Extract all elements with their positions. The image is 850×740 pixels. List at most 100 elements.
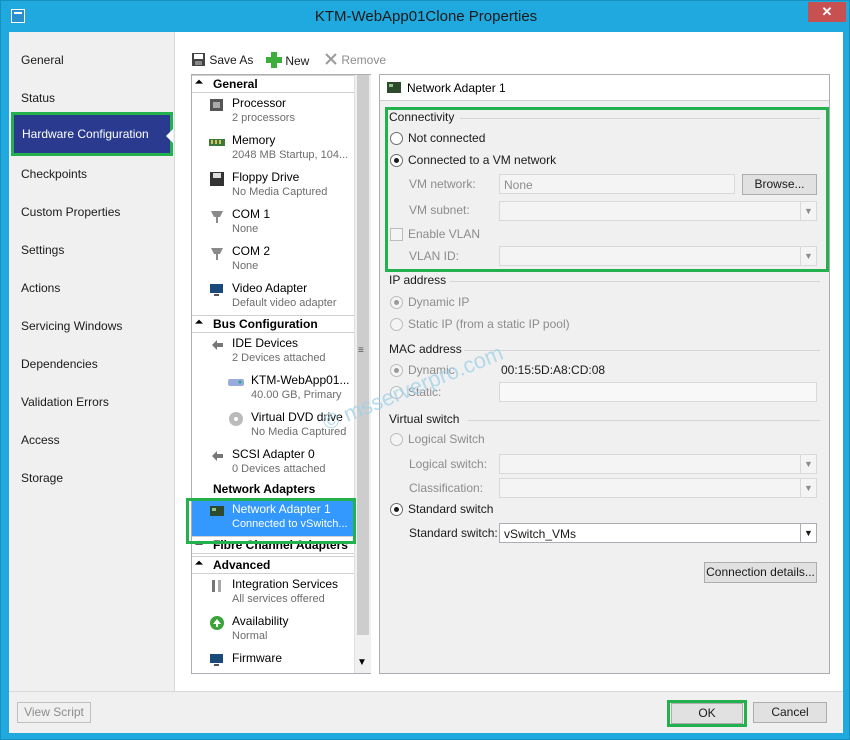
group-label: Bus Configuration bbox=[213, 317, 318, 331]
close-button[interactable]: ✕ bbox=[808, 2, 846, 22]
nav-item-validation-errors[interactable]: Validation Errors bbox=[21, 395, 109, 409]
properties-window: KTM-WebApp01Clone Properties ✕ General S… bbox=[0, 0, 850, 740]
tree-item-com2[interactable]: COM 2 None bbox=[192, 241, 354, 278]
network-adapter-icon bbox=[387, 82, 401, 93]
item-subtitle: Normal bbox=[232, 630, 268, 642]
nav-item-settings[interactable]: Settings bbox=[21, 243, 64, 257]
static-mac-field[interactable] bbox=[499, 382, 817, 402]
view-script-button[interactable]: View Script bbox=[17, 702, 91, 723]
item-subtitle: 2 processors bbox=[232, 112, 295, 124]
detail-title: Network Adapter 1 bbox=[407, 81, 506, 95]
tree-item-ide-devices[interactable]: IDE Devices 2 Devices attached bbox=[192, 333, 354, 370]
divider bbox=[450, 281, 820, 282]
logical-switch-radio[interactable] bbox=[390, 433, 403, 446]
static-ip-label: Static IP (from a static IP pool) bbox=[408, 317, 570, 331]
nav-item-dependencies[interactable]: Dependencies bbox=[21, 357, 98, 371]
collapse-icon: ⏶ bbox=[195, 77, 203, 88]
save-as-button[interactable]: Save As bbox=[191, 52, 253, 67]
connection-details-button[interactable]: Connection details... bbox=[704, 562, 817, 583]
tree-item-firmware[interactable]: Firmware bbox=[192, 648, 354, 673]
tree-item-floppy-drive[interactable]: Floppy Drive No Media Captured bbox=[192, 167, 354, 204]
item-title: Integration Services bbox=[232, 577, 339, 591]
standard-switch-radio[interactable] bbox=[390, 503, 403, 516]
nav-item-general[interactable]: General bbox=[21, 53, 64, 67]
tree-group-advanced[interactable]: ⏶ Advanced bbox=[192, 556, 354, 574]
new-button[interactable]: New bbox=[266, 52, 309, 68]
standard-switch-label: Standard switch: bbox=[409, 526, 498, 540]
collapse-icon: ⏶ bbox=[195, 558, 203, 569]
network-adapter-highlight bbox=[186, 498, 356, 544]
tree-item-video-adapter[interactable]: Video Adapter Default video adapter bbox=[192, 278, 354, 315]
grip-icon: ≡ bbox=[358, 345, 364, 356]
logical-switch-combo[interactable]: ▼ bbox=[499, 454, 817, 474]
dynamic-mac-radio[interactable] bbox=[390, 364, 403, 377]
divider bbox=[464, 350, 820, 351]
disk-icon bbox=[228, 379, 244, 386]
nav-item-servicing-windows[interactable]: Servicing Windows bbox=[21, 319, 122, 333]
tree-group-general[interactable]: ⏶ General bbox=[192, 75, 354, 93]
group-label: Network Adapters bbox=[213, 482, 316, 496]
scroll-down-icon[interactable]: ▼ bbox=[357, 657, 367, 668]
item-title: Memory bbox=[232, 133, 276, 147]
tree-scrollbar[interactable]: ≡ ▼ bbox=[354, 75, 371, 673]
tree-group-bus-configuration[interactable]: ⏶ Bus Configuration bbox=[192, 315, 354, 333]
tree-item-scsi-adapter[interactable]: SCSI Adapter 0 0 Devices attached bbox=[192, 444, 354, 481]
item-title: Processor bbox=[232, 96, 287, 110]
new-label: New bbox=[285, 54, 310, 68]
item-title: Floppy Drive bbox=[232, 170, 300, 184]
item-subtitle: 0 Devices attached bbox=[232, 463, 326, 475]
ok-button[interactable]: OK bbox=[671, 703, 743, 724]
dynamic-ip-radio[interactable] bbox=[390, 296, 403, 309]
tree-item-availability[interactable]: Availability Normal bbox=[192, 611, 354, 648]
tree-group-network-adapters[interactable]: Network Adapters bbox=[192, 481, 354, 499]
nav-item-checkpoints[interactable]: Checkpoints bbox=[21, 167, 87, 181]
chevron-down-icon: ▼ bbox=[800, 524, 816, 542]
integration-services-icon bbox=[212, 580, 221, 592]
standard-switch-combo[interactable]: vSwitch_VMs ▼ bbox=[499, 523, 817, 543]
tree-item-processor[interactable]: Processor 2 processors bbox=[192, 93, 354, 130]
item-title: SCSI Adapter 0 bbox=[232, 447, 315, 461]
nav-item-actions[interactable]: Actions bbox=[21, 281, 60, 295]
item-title: Firmware bbox=[232, 651, 282, 665]
item-subtitle: 2048 MB Startup, 104... bbox=[232, 149, 349, 161]
tree-item-integration-services[interactable]: Integration Services All services offered bbox=[192, 574, 354, 611]
com-port-icon bbox=[211, 248, 223, 260]
tree-item-com1[interactable]: COM 1 None bbox=[192, 204, 354, 241]
tree-item-memory[interactable]: Memory 2048 MB Startup, 104... bbox=[192, 130, 354, 167]
chevron-down-icon: ▼ bbox=[800, 479, 816, 497]
cancel-button[interactable]: Cancel bbox=[753, 702, 827, 723]
dialog-footer: View Script OK Cancel bbox=[9, 691, 843, 733]
nav-pane: General Status Hardware Configuration Ch… bbox=[9, 32, 174, 691]
plus-icon bbox=[266, 52, 282, 68]
static-ip-radio[interactable] bbox=[390, 318, 403, 331]
nav-item-label: Hardware Configuration bbox=[22, 127, 149, 141]
ip-address-group-label: IP address bbox=[389, 273, 447, 287]
item-title: COM 2 bbox=[232, 244, 271, 258]
tree-item-virtual-disk[interactable]: KTM-WebApp01... 40.00 GB, Primary bbox=[192, 370, 354, 407]
nav-item-custom-properties[interactable]: Custom Properties bbox=[21, 205, 120, 219]
virtual-switch-group-label: Virtual switch bbox=[389, 412, 460, 426]
remove-x-icon bbox=[325, 53, 337, 65]
item-subtitle: None bbox=[232, 260, 259, 272]
mac-address-value: 00:15:5D:A8:CD:08 bbox=[501, 363, 606, 377]
nav-item-storage[interactable]: Storage bbox=[21, 471, 63, 485]
hardware-tree: ⏶ General Processor 2 processors Memory 204… bbox=[191, 74, 371, 674]
group-label: Advanced bbox=[213, 558, 271, 572]
classification-combo[interactable]: ▼ bbox=[499, 478, 817, 498]
classification-label: Classification: bbox=[409, 481, 484, 495]
logical-switch-radio-label: Logical Switch bbox=[408, 432, 485, 446]
processor-icon bbox=[210, 99, 223, 111]
item-title: Availability bbox=[232, 614, 289, 628]
divider bbox=[468, 420, 820, 421]
monitor-icon bbox=[210, 284, 223, 296]
collapse-icon: ⏶ bbox=[195, 317, 203, 328]
item-subtitle: Default video adapter bbox=[232, 297, 337, 309]
nav-item-access[interactable]: Access bbox=[21, 433, 60, 447]
dvd-icon bbox=[229, 412, 243, 426]
detail-header: Network Adapter 1 bbox=[380, 75, 829, 101]
item-subtitle: All services offered bbox=[232, 593, 325, 605]
nav-item-hardware-configuration[interactable]: Hardware Configuration bbox=[11, 112, 173, 156]
nav-item-status[interactable]: Status bbox=[21, 91, 55, 105]
remove-button[interactable]: Remove bbox=[324, 52, 386, 67]
item-subtitle: 2 Devices attached bbox=[232, 352, 326, 364]
